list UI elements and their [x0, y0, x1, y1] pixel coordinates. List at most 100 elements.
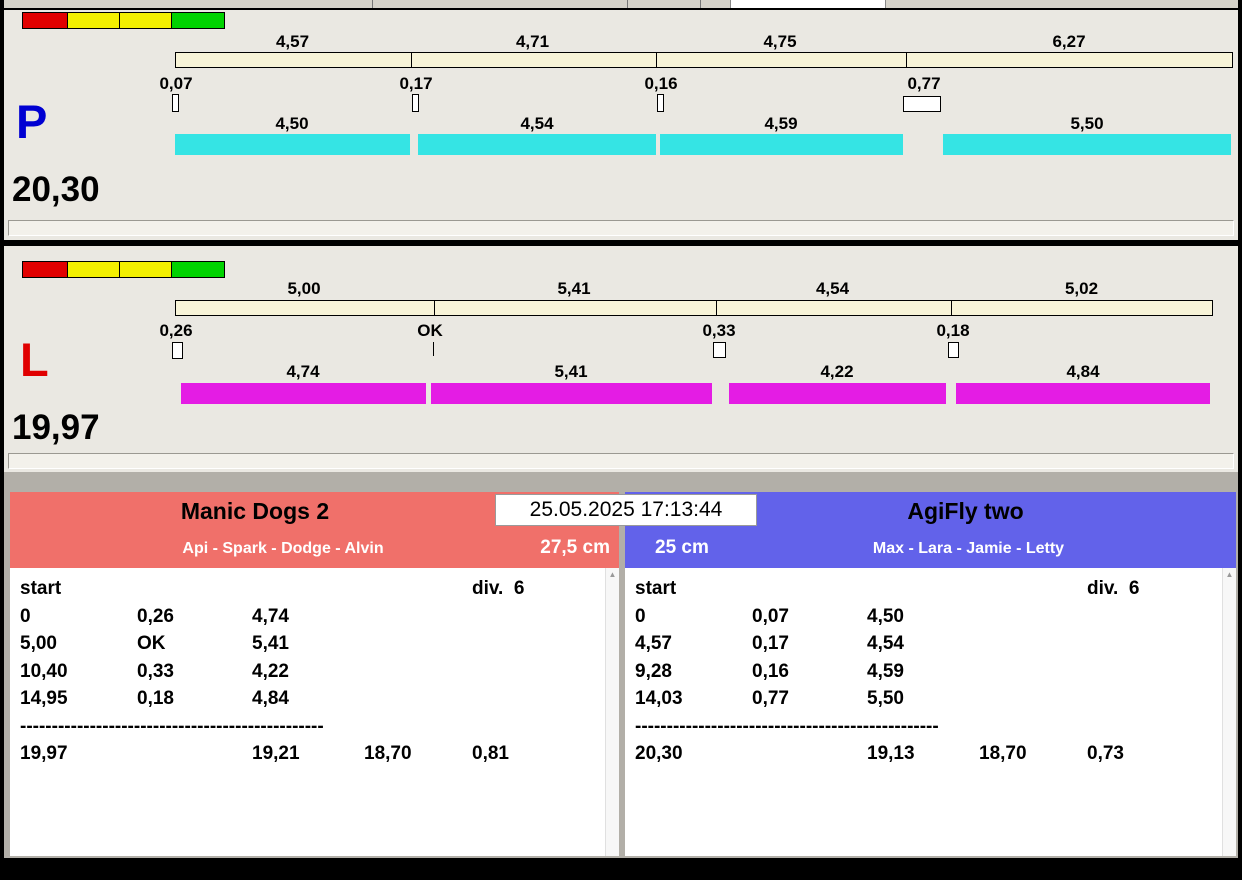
- change-time-label: 0,77: [907, 74, 941, 93]
- split-bar-divider: [716, 301, 717, 315]
- team-members: Api - Spark - Dodge - Alvin: [182, 540, 384, 557]
- cell-elapsed: 14,95: [20, 688, 68, 709]
- cell-elapsed: 0: [635, 605, 646, 627]
- clock: 25.05.2025 17:13:44: [495, 494, 757, 526]
- results-table: start div. 6 0 0,26 4,74 5,00 OK 5,41 10…: [20, 578, 595, 771]
- cell-best: 18,70: [979, 743, 1027, 764]
- start-light-yellow-icon: [67, 12, 120, 29]
- team-results-area: start div. 6 0 0,07 4,50 4,57 0,17 4,54 …: [625, 568, 1236, 856]
- leg-bar: [956, 383, 1210, 404]
- start-light-green-icon: [171, 261, 225, 278]
- split-time-label: 5,02: [1064, 279, 1099, 298]
- change-marker-wide: [903, 96, 941, 112]
- separator-dashes: ----------------------------------------…: [635, 715, 939, 737]
- start-light-yellow-icon: [67, 261, 120, 278]
- cell-elapsed: 0: [20, 605, 31, 627]
- change-time-label: 0,07: [159, 74, 193, 93]
- start-light-red-icon: [22, 261, 68, 278]
- leg-time-label: 4,74: [286, 362, 320, 381]
- top-edge-divider: [372, 0, 373, 8]
- split-time-label: 4,75: [763, 32, 797, 51]
- scrollbar[interactable]: ▲: [605, 568, 619, 856]
- start-lights: [22, 261, 225, 278]
- split-time-label: 5,41: [557, 279, 591, 298]
- summary-row: 19,97 19,21 18,70 0,81: [20, 743, 595, 771]
- split-time-label: 6,27: [1052, 32, 1086, 51]
- leg-time-label: 5,50: [1070, 114, 1104, 133]
- cell-leg: 4,74: [252, 605, 289, 627]
- cell-change: 0,07: [752, 605, 789, 627]
- cell-diff: 0,81: [472, 743, 509, 764]
- table-row: 10,40 0,33 4,22: [20, 661, 595, 689]
- table-row: 14,95 0,18 4,84: [20, 688, 595, 716]
- cell-leg: 4,54: [867, 633, 904, 654]
- table-header-row: start div. 6: [20, 578, 595, 606]
- team-panel-left: Manic Dogs 2 Api - Spark - Dodge - Alvin…: [10, 492, 619, 856]
- table-row: 4,57 0,17 4,54: [635, 633, 1212, 661]
- change-time-label: 0,26: [159, 321, 193, 340]
- cell-change: 0,33: [137, 660, 174, 682]
- change-time-label: OK: [417, 321, 443, 340]
- split-time-label: 4,54: [815, 279, 850, 298]
- split-time-label: 4,71: [515, 32, 550, 51]
- leg-bar: [431, 383, 712, 404]
- cell-leg: 4,84: [252, 688, 289, 709]
- separator-row: ----------------------------------------…: [20, 716, 595, 744]
- cell-change: 0,17: [752, 633, 789, 654]
- split-time-label: 5,00: [287, 279, 321, 298]
- split-bar: [175, 52, 1233, 68]
- status-strip: [8, 220, 1234, 236]
- table-row: 0 0,26 4,74: [20, 606, 595, 634]
- cell-diff: 0,73: [1087, 743, 1124, 764]
- lane-letter: P: [16, 95, 48, 148]
- table-row: 9,28 0,16 4,59: [635, 661, 1212, 689]
- team-subheader: 25 cm Max - Lara - Jamie - Letty: [625, 530, 1236, 568]
- status-strip: [8, 453, 1234, 469]
- timing-screen: 4,57 4,71 4,75 6,27 0,07 0,17 0,16 0,77 …: [0, 0, 1242, 880]
- split-time-label: 4,57: [275, 32, 310, 51]
- separator-row: ----------------------------------------…: [635, 716, 1212, 744]
- table-row: 0 0,07 4,50: [635, 606, 1212, 634]
- cell-leg: 4,59: [867, 660, 904, 682]
- change-tick: [433, 342, 434, 356]
- team-panel-right: AgiFly two 25 cm Max - Lara - Jamie - Le…: [625, 492, 1236, 856]
- cell-elapsed: 4,57: [635, 633, 672, 654]
- leg-time-label: 4,50: [275, 114, 309, 133]
- lane-total-time: 20,30: [12, 170, 100, 209]
- cell-net: 19,21: [252, 743, 300, 764]
- start-light-yellow-icon: [119, 12, 172, 29]
- separator-dashes: ----------------------------------------…: [20, 715, 324, 737]
- cell-change: 0,77: [752, 688, 789, 709]
- leg-bar: [943, 134, 1231, 155]
- team-members: Max - Lara - Jamie - Letty: [872, 540, 1065, 557]
- leg-time-label: 4,54: [520, 114, 554, 133]
- leg-time-label: 5,41: [554, 362, 588, 381]
- cell-net: 19,13: [867, 743, 915, 764]
- cell-best: 18,70: [364, 743, 412, 764]
- cell-change: OK: [137, 633, 166, 654]
- start-label: start: [635, 578, 677, 599]
- table-row: 5,00 OK 5,41: [20, 633, 595, 661]
- change-marker: [412, 94, 419, 112]
- cell-total: 19,97: [20, 743, 68, 764]
- change-time-label: 0,17: [399, 74, 433, 93]
- table-header-row: start div. 6: [635, 578, 1212, 606]
- leg-time-label: 4,59: [764, 114, 798, 133]
- start-label: start: [20, 578, 62, 599]
- split-bar: [175, 300, 1213, 316]
- team-results-area: start div. 6 0 0,26 4,74 5,00 OK 5,41 10…: [10, 568, 619, 856]
- change-marker: [172, 342, 183, 359]
- leg-bar: [175, 134, 410, 155]
- leg-bar: [729, 383, 946, 404]
- start-light-red-icon: [22, 12, 68, 29]
- split-bar-divider: [411, 53, 412, 67]
- scrollbar[interactable]: ▲: [1222, 568, 1236, 856]
- cell-total: 20,30: [635, 743, 683, 764]
- table-row: 14,03 0,77 5,50: [635, 688, 1212, 716]
- cell-leg: 4,50: [867, 605, 904, 627]
- lane-p-section: 4,57 4,71 4,75 6,27 0,07 0,17 0,16 0,77 …: [4, 10, 1238, 240]
- change-time-label: 0,33: [702, 321, 736, 340]
- start-light-green-icon: [171, 12, 225, 29]
- split-bar-divider: [951, 301, 952, 315]
- change-marker: [713, 342, 726, 358]
